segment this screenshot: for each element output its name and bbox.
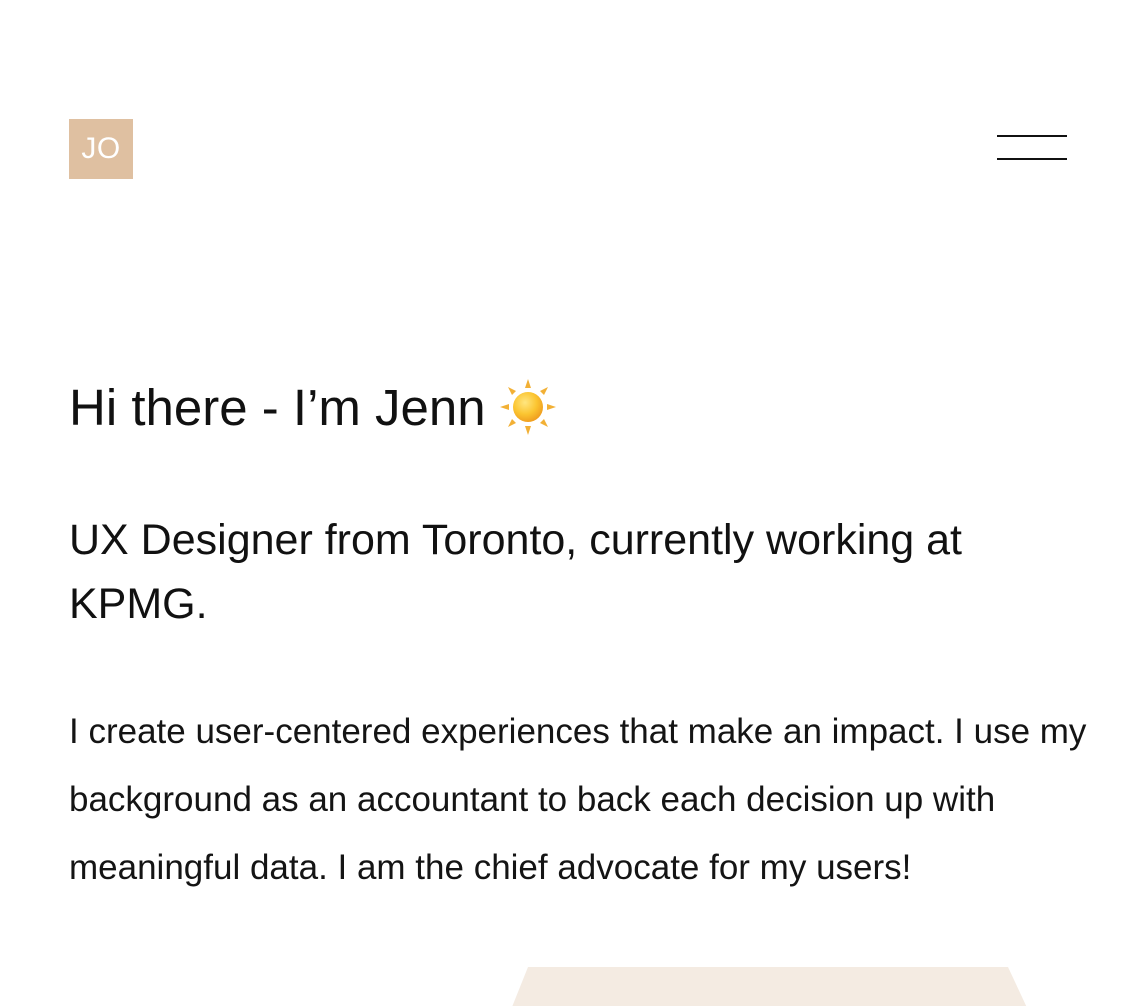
hamburger-menu-button[interactable]: [990, 125, 1074, 169]
site-logo[interactable]: JO: [69, 119, 133, 179]
menu-line-top: [997, 135, 1067, 137]
greeting-text: Hi there - I’m Jenn: [69, 379, 486, 436]
portfolio-page: JO Hi there - I’m Jenn UX Designer from …: [0, 0, 1144, 1006]
hero-intro-paragraph: I create user-centered experiences that …: [69, 712, 1087, 887]
hero-greeting: Hi there - I’m Jenn: [69, 374, 558, 442]
logo-text: JO: [81, 132, 121, 165]
hero-subtitle: UX Designer from Toronto, currently work…: [69, 516, 963, 628]
decorative-hexagon-shape: [512, 967, 1027, 1006]
menu-line-bottom: [997, 158, 1067, 160]
sun-icon: [499, 379, 556, 435]
